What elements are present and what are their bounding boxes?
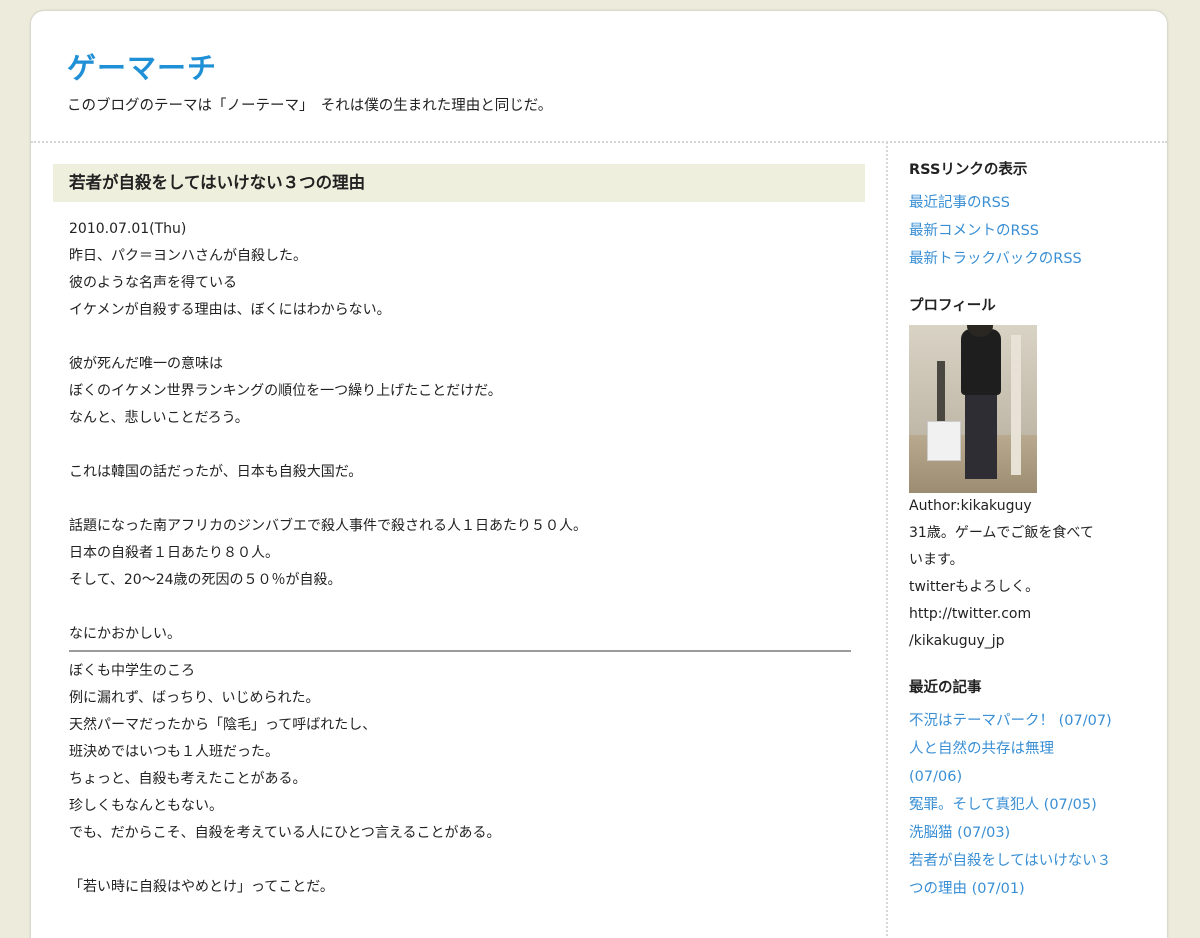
- post-text-line: そして、20～24歳の死因の５０％が自殺。: [69, 572, 342, 588]
- photo-person-legs: [965, 393, 997, 479]
- column-divider: [886, 142, 888, 938]
- photo-person-body: [961, 329, 1001, 395]
- page-card: ゲーマーチ このブログのテーマは「ノーテーマ」 それは僕の生まれた理由と同じだ。…: [30, 10, 1168, 938]
- profile-line: twitterもよろしく。: [909, 579, 1040, 595]
- post-text-line: ぼくのイケメン世界ランキングの順位を一つ繰り上げたことだけだ。: [69, 383, 502, 399]
- post-text-line: なんと、悲しいことだろう。: [69, 410, 249, 426]
- post-text-line: 彼が死んだ唯一の意味は: [69, 356, 223, 372]
- post-text-line: 珍しくもなんともない。: [69, 798, 223, 814]
- recent-post-link[interactable]: 洗脳猫 (07/03): [909, 819, 1159, 847]
- profile-section: プロフィール Author:kikakuguy 31歳。ゲームでご飯を食べて い…: [909, 293, 1159, 655]
- recent-post-link[interactable]: 不況はテーマパーク！ (07/07): [909, 707, 1159, 735]
- post-text-line: ちょっと、自殺も考えたことがある。: [69, 771, 307, 787]
- rss-section: RSSリンクの表示 最近記事のRSS 最新コメントのRSS 最新トラックバックの…: [909, 157, 1159, 273]
- site-description: このブログのテーマは「ノーテーマ」 それは僕の生まれた理由と同じだ。: [67, 98, 553, 114]
- post-text-line: 話題になった南アフリカのジンバブエで殺人事件で殺される人１日あたり５０人。: [69, 518, 587, 534]
- photo-doorframe: [1011, 335, 1021, 475]
- profile-line: http://twitter.com: [909, 606, 1032, 622]
- recent-post-link[interactable]: つの理由 (07/01): [909, 875, 1159, 903]
- photo-lamp: [937, 361, 945, 421]
- photo-box: [927, 421, 961, 461]
- post-section-before: 昨日、パク＝ヨンハさんが自殺した。 彼のような名声を得ているイケメンが自殺する理由…: [69, 243, 865, 648]
- post-body: 2010.07.01(Thu) 昨日、パク＝ヨンハさんが自殺した。 彼のような名声…: [53, 202, 865, 901]
- rss-heading: RSSリンクの表示: [909, 162, 1028, 178]
- post-paragraph-gap: [69, 594, 865, 621]
- profile-photo: [909, 325, 1037, 493]
- sidebar: RSSリンクの表示 最近記事のRSS 最新コメントのRSS 最新トラックバックの…: [909, 157, 1159, 923]
- rss-link-recent-posts[interactable]: 最近記事のRSS: [909, 189, 1159, 217]
- profile-line: Author:kikakuguy: [909, 498, 1032, 514]
- profile-heading: プロフィール: [909, 298, 996, 314]
- post-text-line: これは韓国の話だったが、日本も自殺大国だ。: [69, 464, 363, 480]
- post-paragraph-gap: [69, 847, 865, 874]
- post-text-line: ぼくも中学生のころ: [69, 663, 195, 679]
- site-title[interactable]: ゲーマーチ: [67, 45, 217, 87]
- post-text-line: 例に漏れず、ばっちり、いじめられた。: [69, 690, 320, 706]
- recent-post-link[interactable]: (07/06): [909, 763, 1159, 791]
- post-date: 2010.07.01(Thu): [69, 221, 187, 237]
- recent-posts-heading: 最近の記事: [909, 680, 982, 696]
- post-paragraph-gap: [69, 486, 865, 513]
- post-text-line: 彼のような名声を得ている: [69, 275, 237, 291]
- profile-line: /kikakuguy_jp: [909, 633, 1005, 649]
- recent-post-link[interactable]: 若者が自殺をしてはいけない３: [909, 847, 1159, 875]
- rss-link-recent-comments[interactable]: 最新コメントのRSS: [909, 217, 1159, 245]
- post-text-line: 昨日、パク＝ヨンハさんが自殺した。: [69, 248, 307, 264]
- header-divider: [31, 141, 1167, 143]
- post-text-line: 天然パーマだったから「陰毛」って呼ばれたし、: [69, 717, 377, 733]
- post-section-after: ぼくも中学生のころ例に漏れず、ばっちり、いじめられた。天然パーマだったから「陰毛…: [69, 658, 865, 901]
- recent-post-link[interactable]: 冤罪。そして真犯人 (07/05): [909, 791, 1159, 819]
- main-content: 若者が自殺をしてはいけない３つの理由 2010.07.01(Thu) 昨日、パク…: [53, 164, 865, 901]
- rss-link-recent-trackbacks[interactable]: 最新トラックバックのRSS: [909, 245, 1159, 273]
- recent-posts-section: 最近の記事 不況はテーマパーク！ (07/07) 人と自然の共存は無理 (07/…: [909, 675, 1159, 903]
- post-text-line: 班決めではいつも１人班だった。: [69, 744, 279, 760]
- post-text-line: でも、だからこそ、自殺を考えている人にひとつ言えることがある。: [69, 825, 501, 841]
- post-paragraph-gap: [69, 432, 865, 459]
- post-paragraph-gap: [69, 324, 865, 351]
- profile-line: 31歳。ゲームでご飯を食べて: [909, 525, 1094, 541]
- post-text-line: イケメンが自殺する理由は、ぼくにはわからない。: [69, 302, 391, 318]
- post-divider: [69, 650, 851, 652]
- post-text-line: 日本の自殺者１日あたり８０人。: [69, 545, 279, 561]
- recent-post-link[interactable]: 人と自然の共存は無理: [909, 735, 1159, 763]
- profile-line: います。: [909, 552, 964, 568]
- post-text-line: なにかおかしい。: [69, 626, 181, 642]
- post-text-line: 「若い時に自殺はやめとけ」ってことだ。: [69, 879, 334, 895]
- post-title[interactable]: 若者が自殺をしてはいけない３つの理由: [53, 164, 865, 202]
